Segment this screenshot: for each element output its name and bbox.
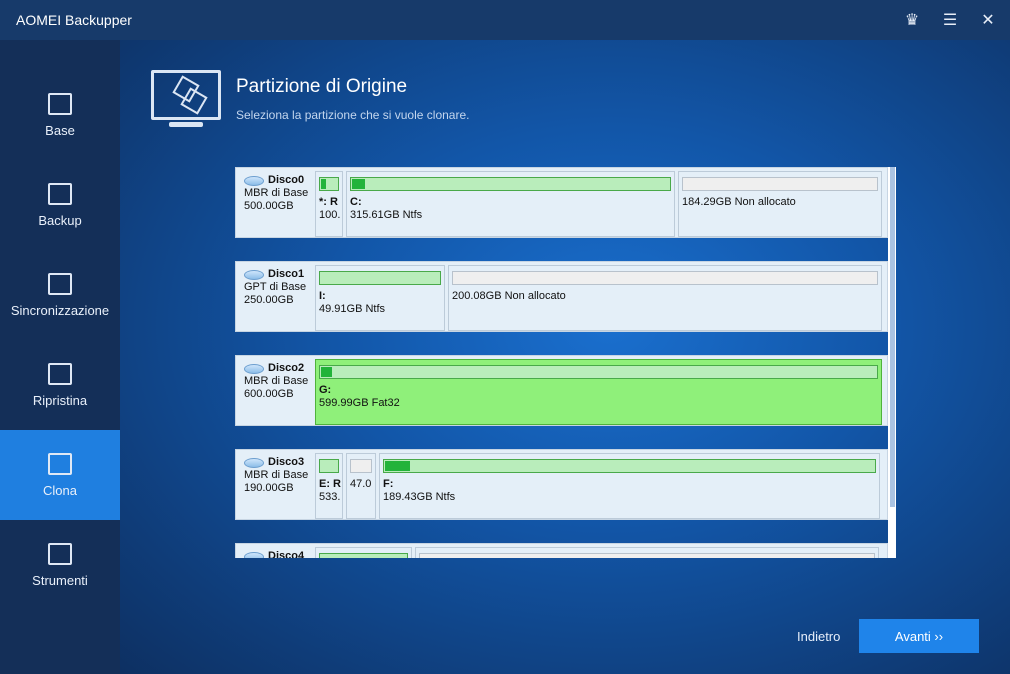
disk-type: GPT di Base: [244, 281, 307, 293]
disk-row: Disco1 GPT di Base 250.00GB I: 49.91GB Ntfs 2…: [235, 261, 888, 332]
partition-info: 533.: [319, 491, 341, 503]
partition[interactable]: 184.29GB Non allocato: [678, 171, 882, 237]
partition-letter: I:: [319, 290, 326, 302]
sidebar-item-label: Ripristina: [32, 392, 88, 408]
usage-bar: [319, 271, 441, 285]
disk-row: Disco3 MBR di Base 190.00GB E: R 533. 47.0 F: 1…: [235, 449, 888, 520]
main-content: Partizione di Origine Seleziona la parti…: [120, 40, 1010, 674]
partition-letter: F:: [383, 478, 394, 490]
partition[interactable]: 47.0: [346, 453, 376, 519]
partition-letter: *: R: [319, 196, 338, 208]
usage-bar: [319, 365, 878, 379]
sincronizzazione-icon: [48, 272, 72, 295]
disk-size: 500.00GB: [244, 200, 294, 212]
partition[interactable]: *: R 100.: [315, 171, 343, 237]
back-button[interactable]: Indietro: [797, 629, 840, 644]
disk-name: Disco3: [268, 456, 305, 468]
partition[interactable]: [315, 547, 412, 558]
partition[interactable]: [415, 547, 879, 558]
partition-info: 49.91GB Ntfs: [319, 303, 386, 315]
clone-partition-icon: [151, 70, 221, 127]
close-icon[interactable]: ✕: [978, 10, 998, 30]
page-subtitle: Seleziona la partizione che si vuole clo…: [236, 108, 470, 122]
usage-bar: [452, 271, 878, 285]
ripristina-icon: [48, 362, 72, 385]
disk-name: Disco0: [268, 174, 305, 186]
disk-name: Disco2: [268, 362, 305, 374]
partition-info: 599.99GB Fat32: [319, 397, 400, 409]
sidebar: Base Backup Sincronizzazione Ripristina Clon…: [0, 40, 120, 674]
scrollbar[interactable]: [888, 167, 896, 558]
clona-icon: [48, 452, 72, 475]
sidebar-item-label: Clona: [43, 482, 77, 498]
partition-info: 184.29GB Non allocato: [682, 196, 796, 208]
disk-type: MBR di Base: [244, 375, 309, 387]
partition[interactable]: G: 599.99GB Fat32: [315, 359, 882, 425]
title-bar: AOMEI Backupper ♛ ☰ ✕: [0, 0, 1010, 40]
disk-name: Disco4: [268, 550, 305, 558]
partition-info: 315.61GB Ntfs: [350, 209, 423, 221]
disk-size: 250.00GB: [244, 294, 294, 306]
sidebar-item-clona[interactable]: Clona: [0, 430, 120, 520]
crown-icon[interactable]: ♛: [902, 10, 922, 30]
sidebar-item-base[interactable]: Base: [0, 70, 120, 160]
disk-icon: [244, 175, 264, 186]
partition-info: 200.08GB Non allocato: [452, 290, 566, 302]
sidebar-item-strumenti[interactable]: Strumenti: [0, 520, 120, 610]
partition-info: 100.: [319, 209, 341, 221]
usage-bar: [319, 177, 339, 191]
partition[interactable]: C: 315.61GB Ntfs: [346, 171, 675, 237]
disk-row: Disco0 MBR di Base 500.00GB *: R 100. C: 315.6…: [235, 167, 888, 238]
sidebar-item-label: Strumenti: [32, 572, 88, 588]
disk-type: MBR di Base: [244, 187, 309, 199]
sidebar-item-backup[interactable]: Backup: [0, 160, 120, 250]
partition[interactable]: I: 49.91GB Ntfs: [315, 265, 445, 331]
partition-letter: G:: [319, 384, 332, 396]
disk-icon: [244, 551, 264, 558]
sidebar-item-label: Base: [45, 122, 75, 138]
disk-type: MBR di Base: [244, 469, 309, 481]
usage-bar: [350, 459, 372, 473]
usage-bar: [319, 553, 408, 558]
sidebar-item-label: Sincronizzazione: [10, 302, 110, 318]
app-title: AOMEI Backupper: [16, 12, 132, 28]
disk-icon: [244, 269, 264, 280]
partition-letter: E: R: [319, 478, 341, 490]
disk-size: 600.00GB: [244, 388, 294, 400]
partition[interactable]: F: 189.43GB Ntfs: [379, 453, 880, 519]
partition-letter: C:: [350, 196, 362, 208]
sidebar-item-label: Backup: [38, 212, 82, 228]
usage-bar: [350, 177, 671, 191]
disk-name: Disco1: [268, 268, 305, 280]
partition[interactable]: E: R 533.: [315, 453, 343, 519]
partition-info: 189.43GB Ntfs: [383, 491, 456, 503]
usage-bar: [682, 177, 878, 191]
sidebar-item-ripristina[interactable]: Ripristina: [0, 340, 120, 430]
scrollbar-thumb[interactable]: [890, 167, 895, 507]
partition[interactable]: 200.08GB Non allocato: [448, 265, 882, 331]
next-button[interactable]: Avanti ››: [859, 619, 979, 653]
disk-icon: [244, 363, 264, 374]
disk-row: Disco2 MBR di Base 600.00GB G: 599.99GB Fat3…: [235, 355, 888, 426]
disk-size: 190.00GB: [244, 482, 294, 494]
backup-icon: [48, 182, 72, 205]
menu-icon[interactable]: ☰: [940, 10, 960, 30]
usage-bar: [383, 459, 876, 473]
sidebar-item-sincronizzazione[interactable]: Sincronizzazione: [0, 250, 120, 340]
page-title: Partizione di Origine: [236, 76, 408, 97]
base-icon: [48, 92, 72, 115]
disk-list: Disco4 Disco3 MBR di Base 190.00GB E: R 533. 4…: [235, 167, 896, 558]
disk-row: Disco4: [235, 543, 888, 558]
partition-info: 47.0: [350, 478, 372, 490]
strumenti-icon: [48, 542, 72, 565]
disk-icon: [244, 457, 264, 468]
usage-bar: [319, 459, 339, 473]
usage-bar: [419, 553, 875, 558]
